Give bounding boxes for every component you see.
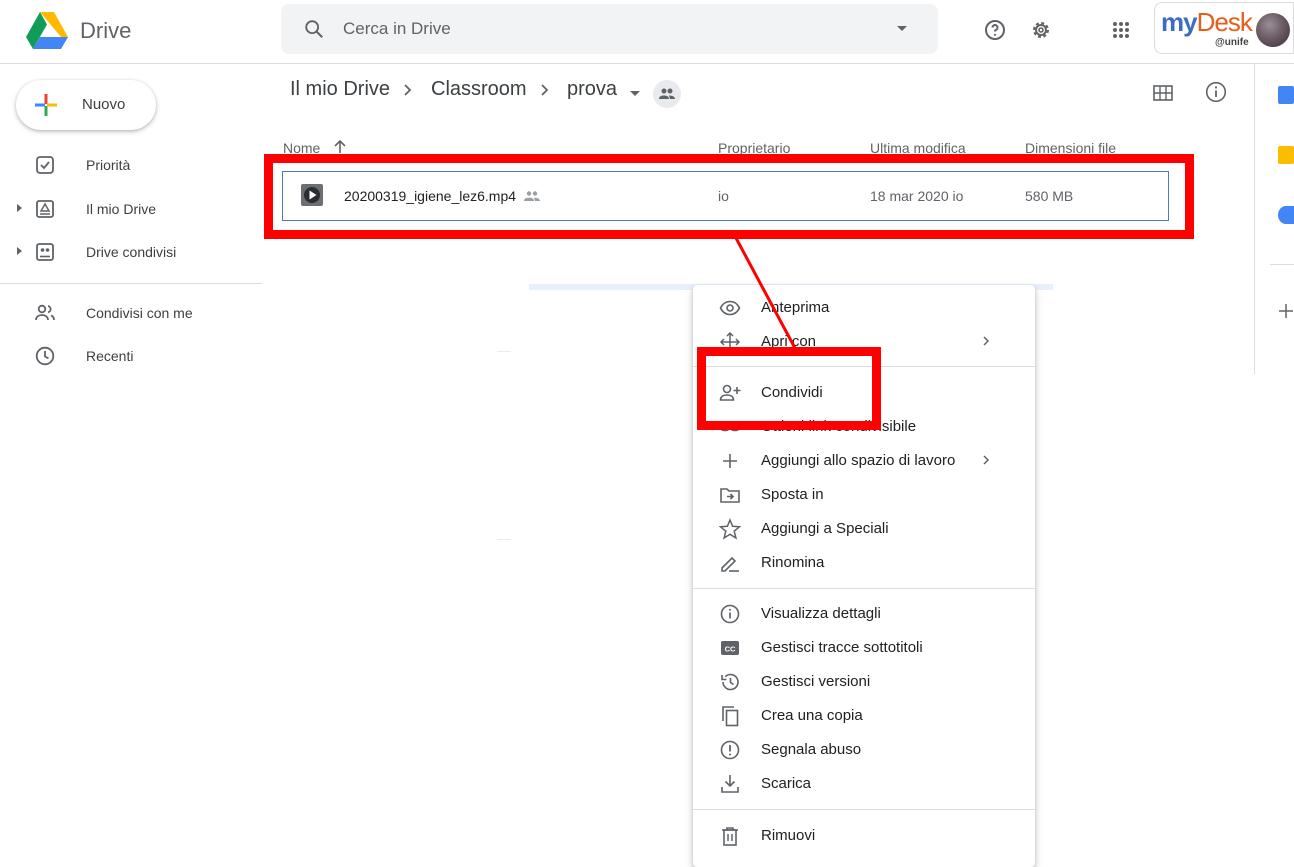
sidebar-item-label: Il mio Drive	[86, 201, 157, 217]
sidebar-item-label: Priorità	[86, 157, 131, 173]
menu-item-label: Gestisci versioni	[761, 673, 871, 690]
chevron-right-icon	[983, 455, 990, 465]
menu-item-rename[interactable]: Rinomina	[693, 545, 1035, 579]
info-icon[interactable]	[1204, 80, 1228, 104]
expand-arrow-icon[interactable]	[17, 204, 22, 212]
trash-icon	[722, 827, 738, 846]
calendar-icon[interactable]	[1278, 86, 1294, 104]
keep-icon[interactable]	[1278, 146, 1294, 164]
report-icon	[720, 740, 740, 760]
menu-item-label: Sposta in	[761, 486, 824, 503]
menu-item-label: Crea una copia	[761, 707, 863, 724]
shared-folder-badge	[653, 80, 681, 108]
help-icon[interactable]	[983, 18, 1007, 42]
menu-item-label: Rinomina	[761, 554, 825, 571]
sidebar-item-priorita[interactable]: Priorità	[0, 148, 262, 182]
check-box-icon	[36, 156, 54, 174]
new-button[interactable]: Nuovo	[16, 80, 156, 130]
mydesk-account-badge[interactable]: myDesk @unife	[1154, 2, 1294, 54]
menu-item-label: Anteprima	[761, 299, 830, 316]
breadcrumb-current-folder[interactable]: prova	[567, 78, 617, 101]
plus-colored-icon	[35, 94, 57, 116]
app-name[interactable]: Drive	[80, 18, 131, 44]
chevron-right-icon	[541, 84, 549, 96]
chevron-right-icon	[983, 336, 990, 346]
search-input[interactable]: Cerca in Drive	[343, 19, 451, 39]
mydesk-logo: myDesk	[1161, 7, 1253, 37]
menu-item-remove[interactable]: Rimuovi	[693, 818, 1035, 852]
shared-drives-icon	[36, 243, 54, 261]
add-addon-plus-icon[interactable]	[1278, 303, 1294, 319]
side-panel-divider	[1254, 64, 1255, 374]
menu-item-label: Rimuovi	[761, 827, 816, 844]
drive-logo-icon[interactable]	[26, 12, 68, 50]
expand-arrow-icon[interactable]	[17, 247, 22, 255]
clock-icon	[35, 346, 55, 366]
menu-item-label: Gestisci tracce sottotitoli	[761, 639, 923, 656]
apps-grid-icon[interactable]	[1109, 18, 1133, 42]
info-icon	[720, 604, 740, 624]
folder-dropdown-icon[interactable]	[630, 91, 640, 96]
menu-item-download[interactable]: Scarica	[693, 766, 1035, 800]
sidebar-item-shared-drives[interactable]: Drive condivisi	[0, 235, 262, 269]
menu-item-view-details[interactable]: Visualizza dettagli	[693, 596, 1035, 630]
search-options-icon[interactable]	[897, 26, 907, 31]
tasks-icon[interactable]	[1278, 206, 1294, 224]
grid-view-icon[interactable]	[1152, 83, 1174, 103]
menu-item-make-copy[interactable]: Crea una copia	[693, 698, 1035, 732]
sidebar-item-label: Condivisi con me	[86, 305, 193, 321]
star-icon	[719, 518, 741, 540]
menu-item-manage-versions[interactable]: Gestisci versioni	[693, 664, 1035, 698]
menu-item-move-to[interactable]: Sposta in	[693, 477, 1035, 511]
menu-item-label: Segnala abuso	[761, 741, 862, 758]
new-button-label: Nuovo	[82, 96, 126, 113]
side-panel-separator	[1270, 264, 1294, 265]
settings-gear-icon[interactable]	[1029, 18, 1053, 42]
sidebar-item-my-drive[interactable]: Il mio Drive	[0, 192, 262, 226]
sidebar-item-shared-with-me[interactable]: Condivisi con me	[0, 296, 262, 330]
sidebar-divider	[0, 283, 262, 284]
highlight-box-file-row	[264, 154, 1194, 239]
menu-item-label: Scarica	[761, 775, 812, 792]
chevron-right-icon	[404, 84, 412, 96]
svg-text:CC: CC	[725, 645, 736, 654]
cc-icon: CC	[721, 641, 739, 655]
menu-divider	[693, 809, 1035, 810]
menu-item-label: Aggiungi a Speciali	[761, 520, 889, 537]
sidebar-item-recent[interactable]: Recenti	[0, 339, 262, 373]
annotation-pointer-line	[734, 237, 798, 351]
menu-item-report-abuse[interactable]: Segnala abuso	[693, 732, 1035, 766]
menu-item-label: Aggiungi allo spazio di lavoro	[761, 452, 956, 469]
sidebar-item-label: Recenti	[86, 348, 134, 364]
sort-arrow-up-icon[interactable]	[333, 139, 347, 155]
move-to-folder-icon	[720, 488, 740, 503]
mydesk-org-label: @unife	[1215, 37, 1249, 48]
menu-item-add-to-workspace[interactable]: Aggiungi allo spazio di lavoro	[693, 443, 1035, 477]
divider	[497, 351, 511, 352]
breadcrumb-classroom[interactable]: Classroom	[431, 78, 527, 101]
search-icon[interactable]	[303, 18, 325, 40]
menu-item-manage-captions[interactable]: CC Gestisci tracce sottotitoli	[693, 630, 1035, 664]
top-bar: Drive Cerca in Drive myDesk @unife	[0, 0, 1294, 64]
breadcrumb-my-drive[interactable]: Il mio Drive	[290, 78, 390, 101]
sidebar-item-label: Drive condivisi	[86, 244, 177, 260]
divider	[497, 539, 511, 540]
copy-icon	[722, 706, 739, 727]
highlight-box-share-item	[697, 347, 881, 430]
my-drive-icon	[36, 200, 54, 218]
people-icon	[659, 88, 675, 99]
history-icon	[721, 673, 739, 691]
pencil-icon	[721, 556, 739, 572]
menu-item-add-star[interactable]: Aggiungi a Speciali	[693, 511, 1035, 545]
download-icon	[721, 775, 739, 793]
menu-item-label: Visualizza dettagli	[761, 605, 881, 622]
plus-icon	[723, 454, 737, 468]
eye-icon	[719, 300, 741, 316]
avatar[interactable]	[1256, 13, 1290, 47]
menu-item-preview[interactable]: Anteprima	[693, 290, 1035, 324]
people-icon	[35, 304, 55, 321]
search-bar[interactable]: Cerca in Drive	[281, 4, 938, 54]
menu-divider	[693, 588, 1035, 589]
